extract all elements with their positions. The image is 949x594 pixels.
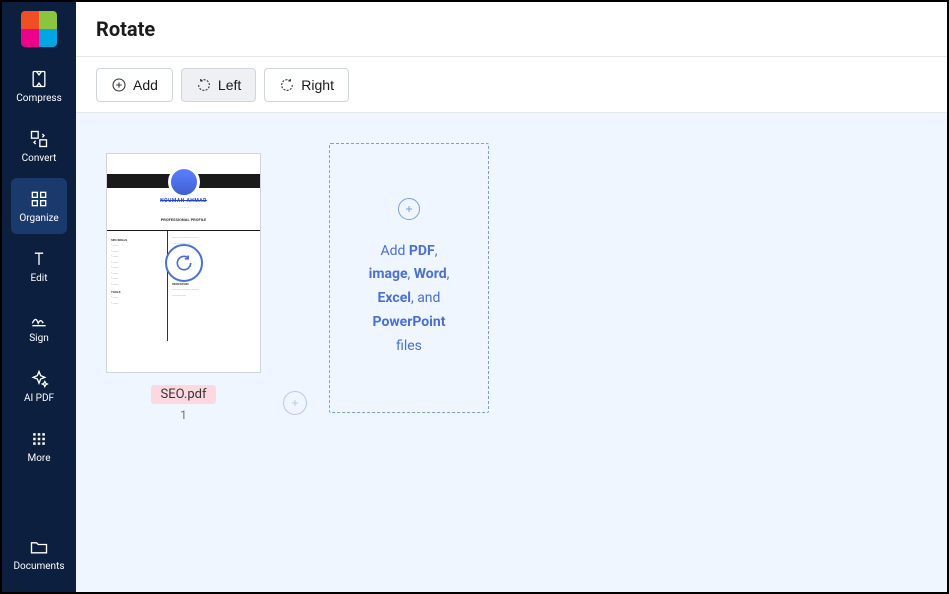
button-label: Left <box>218 77 241 93</box>
preview-name: NOUMAN AHMAD <box>107 198 260 204</box>
dz-type: Excel <box>378 290 411 306</box>
plus-icon <box>289 397 301 409</box>
sidebar-item-sign[interactable]: Sign <box>11 298 67 354</box>
rotate-right-icon <box>174 253 194 273</box>
app-logo[interactable] <box>2 2 76 56</box>
sidebar: Compress Convert Organize Edit Sign AI P… <box>2 2 76 592</box>
document-card[interactable]: NOUMAN AHMAD — — — — PROFESSIONAL PROFIL… <box>106 153 261 422</box>
preview-subtitle: TOOLS <box>111 290 163 294</box>
ai-icon <box>29 369 49 389</box>
insert-between-button[interactable] <box>283 391 307 415</box>
workspace: NOUMAN AHMAD — — — — PROFESSIONAL PROFIL… <box>76 113 947 592</box>
sidebar-item-compress[interactable]: Compress <box>11 58 67 114</box>
dz-type: PowerPoint <box>373 314 446 330</box>
rotate-right-icon <box>279 77 295 93</box>
sidebar-item-label: AI PDF <box>24 393 54 404</box>
dz-and: , and <box>411 290 440 306</box>
folder-icon <box>29 537 49 557</box>
button-label: Right <box>301 77 334 93</box>
sidebar-item-ai-pdf[interactable]: AI PDF <box>11 358 67 414</box>
compress-icon <box>29 69 49 89</box>
sidebar-item-convert[interactable]: Convert <box>11 118 67 174</box>
dz-prefix: Add <box>381 243 409 259</box>
dz-type: Word <box>414 266 447 282</box>
rotate-left-button[interactable]: Left <box>181 68 256 102</box>
add-button[interactable]: Add <box>96 68 173 102</box>
sidebar-item-label: Convert <box>22 153 57 164</box>
plus-circle-icon <box>111 77 127 93</box>
document-filename: SEO.pdf <box>151 385 217 404</box>
document-page-number: 1 <box>180 408 187 422</box>
organize-icon <box>29 189 49 209</box>
sidebar-item-label: Compress <box>16 93 62 104</box>
sidebar-item-edit[interactable]: Edit <box>11 238 67 294</box>
sidebar-item-documents[interactable]: Documents <box>11 526 67 582</box>
sidebar-item-label: Sign <box>29 333 49 344</box>
main: Rotate Add Left Right NOUMAN AHMAD — — —… <box>76 2 947 592</box>
convert-icon <box>29 129 49 149</box>
header: Rotate <box>76 2 947 57</box>
dz-type: PDF <box>409 243 435 259</box>
dz-suffix: files <box>396 338 422 354</box>
preview-subtitle: EDUCATION <box>172 282 256 286</box>
more-icon <box>29 429 49 449</box>
dz-type: image <box>369 266 408 282</box>
sidebar-item-more[interactable]: More <box>11 418 67 474</box>
sign-icon <box>29 309 49 329</box>
add-file-dropzone[interactable]: Add PDF, image, Word, Excel, and PowerPo… <box>329 143 489 413</box>
button-label: Add <box>133 77 158 93</box>
page-title: Rotate <box>96 17 155 41</box>
sidebar-item-label: Documents <box>13 561 64 572</box>
toolbar: Add Left Right <box>76 57 947 113</box>
plus-circle-icon <box>398 198 420 220</box>
preview-subtitle: SEO SKILLS <box>111 238 163 242</box>
edit-icon <box>29 249 49 269</box>
rotate-overlay-button[interactable] <box>165 244 203 282</box>
preview-section-title: PROFESSIONAL PROFILE <box>107 217 260 222</box>
rotate-right-button[interactable]: Right <box>264 68 349 102</box>
sidebar-item-organize[interactable]: Organize <box>11 178 67 234</box>
sidebar-item-label: More <box>27 453 50 464</box>
sidebar-item-label: Edit <box>31 273 48 284</box>
document-thumbnail[interactable]: NOUMAN AHMAD — — — — PROFESSIONAL PROFIL… <box>106 153 261 373</box>
rotate-left-icon <box>196 77 212 93</box>
dropzone-text: Add PDF, image, Word, Excel, and PowerPo… <box>369 240 450 359</box>
sidebar-item-label: Organize <box>19 213 58 224</box>
